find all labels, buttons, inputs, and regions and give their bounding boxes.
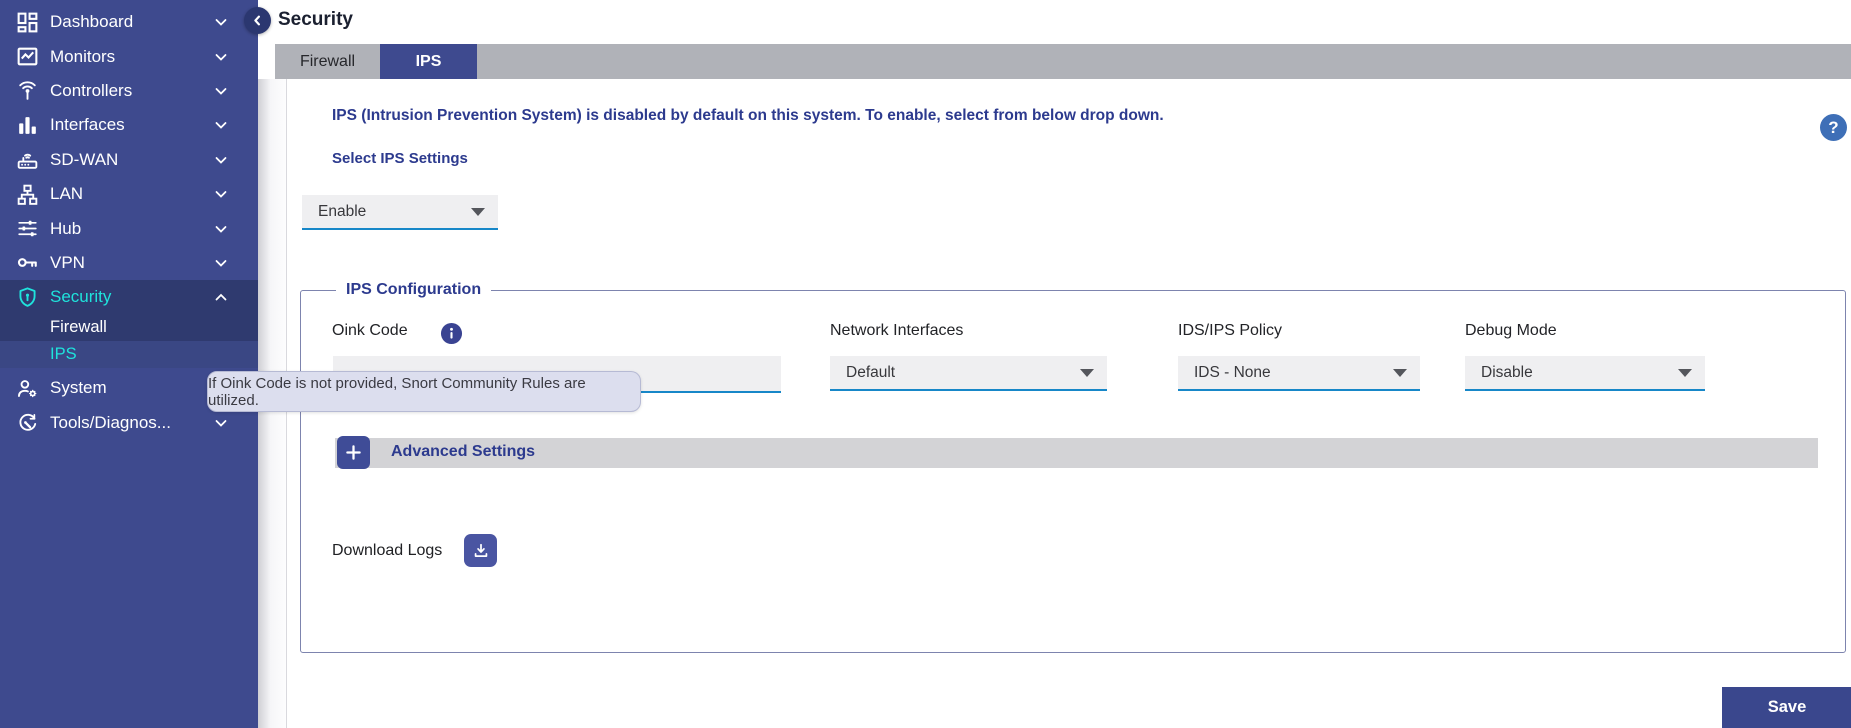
ips-settings-value: Enable <box>302 195 498 228</box>
sidebar-item-sdwan[interactable]: SD-WAN <box>0 143 258 177</box>
sidebar-item-label: Security <box>50 287 111 307</box>
sidebar-collapse-button[interactable] <box>244 7 271 34</box>
chevron-down-icon <box>213 117 229 133</box>
sidebar-item-label: Tools/Diagnos... <box>50 413 171 433</box>
sidebar-item-vpn[interactable]: VPN <box>0 246 258 280</box>
chevron-down-icon <box>213 415 229 431</box>
oink-code-tooltip: If Oink Code is not provided, Snort Comm… <box>207 371 641 412</box>
ids-ips-policy-value: IDS - None <box>1178 356 1420 389</box>
sidebar-item-interfaces[interactable]: Interfaces <box>0 108 258 142</box>
expand-advanced-settings-button[interactable] <box>337 436 370 469</box>
advanced-settings-bar[interactable] <box>335 438 1818 468</box>
select-ips-settings-label: Select IPS Settings <box>332 150 468 167</box>
debug-mode-label: Debug Mode <box>1465 322 1557 340</box>
chevron-down-icon <box>213 255 229 271</box>
debug-mode-value: Disable <box>1465 356 1705 389</box>
download-icon <box>471 541 491 561</box>
network-interfaces-select[interactable]: Default <box>830 356 1107 391</box>
oink-code-label: Oink Code <box>332 322 408 340</box>
sidebar-item-security-ips[interactable]: IPS <box>0 341 258 368</box>
system-icon <box>13 376 41 401</box>
plus-icon <box>343 442 364 463</box>
sidebar-item-label: SD-WAN <box>50 150 118 170</box>
antenna-icon <box>13 78 41 103</box>
tools-icon <box>13 410 41 435</box>
sidebar-item-label: Hub <box>50 219 81 239</box>
sidebar: Dashboard Monitors Controllers <box>0 0 258 728</box>
download-logs-button[interactable] <box>464 534 497 567</box>
info-icon[interactable] <box>440 322 463 345</box>
save-button[interactable]: Save <box>1722 687 1851 728</box>
chevron-down-icon <box>213 83 229 99</box>
dropdown-arrow-icon <box>1678 369 1692 377</box>
page-title: Security <box>278 9 353 31</box>
network-interfaces-value: Default <box>830 356 1107 389</box>
sidebar-item-label: Monitors <box>50 47 115 67</box>
sidebar-item-label: Dashboard <box>50 12 133 32</box>
ips-intro-text: IPS (Intrusion Prevention System) is dis… <box>332 107 1164 125</box>
sidebar-item-label: VPN <box>50 253 85 273</box>
sidebar-item-security[interactable]: Security <box>0 280 258 314</box>
chevron-left-icon <box>249 12 266 29</box>
page-header <box>258 0 1851 44</box>
network-icon <box>13 182 41 207</box>
chevron-down-icon <box>213 14 229 30</box>
bar-chart-icon <box>13 113 41 138</box>
ids-ips-policy-select[interactable]: IDS - None <box>1178 356 1420 391</box>
sidebar-section-security: Security Firewall IPS <box>0 280 258 368</box>
help-button[interactable]: ? <box>1820 114 1847 141</box>
network-interfaces-label: Network Interfaces <box>830 322 963 340</box>
sidebar-item-label: IPS <box>50 345 77 364</box>
shield-icon <box>13 285 41 310</box>
sidebar-item-label: Interfaces <box>50 115 125 135</box>
dropdown-arrow-icon <box>471 208 485 216</box>
ips-settings-select[interactable]: Enable <box>302 195 498 230</box>
download-logs-label: Download Logs <box>332 542 442 560</box>
chevron-down-icon <box>213 152 229 168</box>
chevron-down-icon <box>213 186 229 202</box>
dashboard-icon <box>13 10 41 35</box>
tab-firewall[interactable]: Firewall <box>275 44 380 79</box>
key-icon <box>13 250 41 275</box>
tab-bar: Firewall IPS <box>275 44 1851 79</box>
ids-ips-policy-label: IDS/IPS Policy <box>1178 322 1282 340</box>
tab-ips[interactable]: IPS <box>380 44 477 79</box>
app: Dashboard Monitors Controllers <box>0 0 1851 728</box>
ips-configuration-legend: IPS Configuration <box>336 281 491 299</box>
advanced-settings-label: Advanced Settings <box>391 443 535 461</box>
sidebar-item-hub[interactable]: Hub <box>0 211 258 245</box>
chevron-down-icon <box>213 221 229 237</box>
sidebar-item-label: Firewall <box>50 318 107 337</box>
sidebar-item-label: Controllers <box>50 81 132 101</box>
sidebar-item-label: LAN <box>50 184 83 204</box>
sidebar-item-security-firewall[interactable]: Firewall <box>0 314 258 341</box>
router-icon <box>13 147 41 172</box>
monitors-icon <box>13 44 41 69</box>
sidebar-item-lan[interactable]: LAN <box>0 177 258 211</box>
sidebar-item-dashboard[interactable]: Dashboard <box>0 5 258 39</box>
chevron-down-icon <box>213 49 229 65</box>
sidebar-item-label: System <box>50 378 107 398</box>
sliders-icon <box>13 216 41 241</box>
sidebar-item-controllers[interactable]: Controllers <box>0 74 258 108</box>
chevron-up-icon <box>213 289 229 305</box>
dropdown-arrow-icon <box>1080 369 1094 377</box>
ips-configuration-group <box>300 290 1846 653</box>
debug-mode-select[interactable]: Disable <box>1465 356 1705 391</box>
dropdown-arrow-icon <box>1393 369 1407 377</box>
sidebar-item-monitors[interactable]: Monitors <box>0 39 258 73</box>
